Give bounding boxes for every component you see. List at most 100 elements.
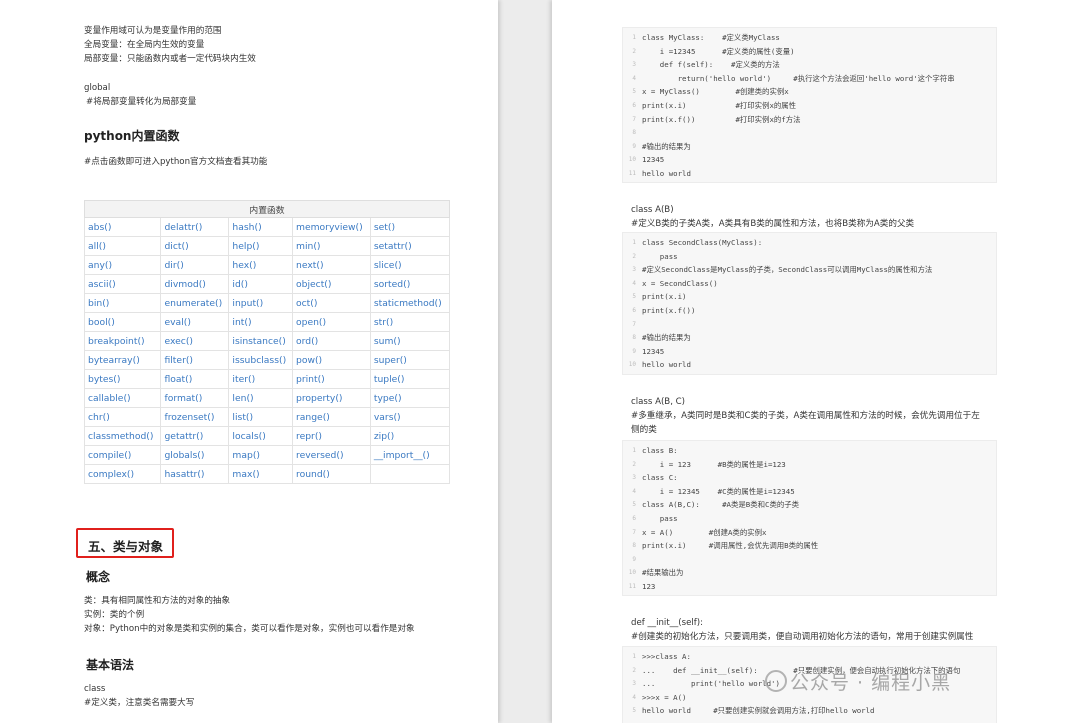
code-text: hello world #只要创建实例就会调用方法,打印hello world [642, 706, 875, 716]
builtin-link[interactable]: input() [228, 293, 293, 313]
builtin-link[interactable]: compile() [83, 445, 162, 465]
builtin-link[interactable]: property() [292, 388, 371, 408]
builtin-link[interactable]: pow() [292, 350, 371, 370]
table-row: all() dict() help() min() setattr() [83, 236, 451, 256]
builtin-link[interactable]: enumerate() [160, 293, 230, 313]
line-number: 2 [632, 47, 636, 55]
line-number: 9 [632, 555, 636, 563]
builtin-link[interactable]: dict() [160, 236, 230, 256]
code-text: print(x.f()) [642, 305, 696, 315]
code-text: 12345 [642, 346, 665, 356]
builtin-link[interactable]: set() [369, 217, 451, 237]
table-row: any() dir() hex() next() slice() [83, 255, 451, 275]
builtin-link[interactable]: classmethod() [83, 426, 162, 446]
classA-note: #定义B类的子类A类，A类具有B类的属性和方法，也将B类称为A类的父类 [631, 219, 915, 229]
builtin-link[interactable]: open() [292, 312, 371, 332]
builtin-link[interactable]: max() [228, 464, 293, 484]
builtin-link[interactable]: object() [292, 274, 371, 294]
builtin-link[interactable]: divmod() [160, 274, 230, 294]
classABC-title: class A(B, C) [631, 397, 686, 407]
builtin-link[interactable]: range() [292, 407, 371, 427]
builtin-link[interactable]: repr() [292, 426, 371, 446]
builtin-link[interactable]: abs() [83, 217, 162, 237]
builtin-link[interactable]: breakpoint() [83, 331, 162, 351]
code-line: 9 #输出的结果为 [627, 140, 992, 154]
builtin-link[interactable]: id() [228, 274, 293, 294]
builtin-link[interactable]: callable() [83, 388, 162, 408]
code-line: 4 x = SecondClass() [627, 277, 992, 291]
table-row: callable() format() len() property() type() [83, 388, 451, 408]
builtin-link[interactable]: locals() [228, 426, 293, 446]
builtin-link[interactable]: staticmethod() [369, 293, 451, 313]
builtin-link[interactable]: bytes() [83, 369, 162, 389]
table-row: bin() enumerate() input() oct() staticmethod… [83, 293, 451, 313]
line-number: 3 [632, 61, 636, 69]
builtin-link[interactable]: min() [292, 236, 371, 256]
builtin-link[interactable]: oct() [292, 293, 371, 313]
code-line: 1 class MyClass: #定义类MyClass [627, 31, 992, 45]
builtin-link[interactable]: sum() [369, 331, 451, 351]
code-line: 5 hello world #只要创建实例就会调用方法,打印hello world [627, 704, 992, 718]
code-line: 10 #结果输出为 [627, 566, 992, 580]
code-text: #输出的结果为 [642, 333, 691, 343]
builtin-link[interactable]: sorted() [369, 274, 451, 294]
builtin-link[interactable]: vars() [369, 407, 451, 427]
builtin-link[interactable]: memoryview() [292, 217, 371, 237]
builtin-link[interactable]: all() [83, 236, 162, 256]
code-line: 7 x = A() #创建A类的实例x [627, 526, 992, 540]
builtin-link[interactable]: zip() [369, 426, 451, 446]
builtin-link[interactable]: print() [292, 369, 371, 389]
builtin-link[interactable]: tuple() [369, 369, 451, 389]
builtin-link[interactable]: issubclass() [228, 350, 293, 370]
code-text: print(x.f()) #打印实例x的f方法 [642, 114, 801, 124]
builtin-link[interactable]: bytearray() [83, 350, 162, 370]
code-text: def f(self): #定义类的方法 [642, 60, 780, 70]
line-number: 2 [632, 460, 636, 468]
builtin-link[interactable]: int() [228, 312, 293, 332]
table-row: bytes() float() iter() print() tuple() [83, 369, 451, 389]
builtin-link[interactable]: exec() [160, 331, 230, 351]
builtin-link[interactable]: any() [83, 255, 162, 275]
builtin-link[interactable]: float() [160, 369, 230, 389]
builtin-link[interactable]: reversed() [292, 445, 371, 465]
code-text: #输出的结果为 [642, 141, 691, 151]
builtin-link[interactable]: delattr() [160, 217, 230, 237]
builtin-link[interactable]: complex() [83, 464, 162, 484]
code-text: x = A() #创建A类的实例x [642, 527, 767, 537]
code-text: x = SecondClass() [642, 278, 718, 288]
builtin-link[interactable]: bin() [83, 293, 162, 313]
builtin-link[interactable]: hash() [228, 217, 293, 237]
builtin-link[interactable]: slice() [369, 255, 451, 275]
builtin-link[interactable]: ascii() [83, 274, 162, 294]
builtin-link[interactable]: __import__() [369, 445, 451, 465]
builtin-link[interactable]: len() [228, 388, 293, 408]
code-text: ... print('hello world') [642, 679, 780, 689]
builtin-link[interactable]: dir() [160, 255, 230, 275]
builtin-link[interactable]: str() [369, 312, 451, 332]
builtin-link[interactable]: filter() [160, 350, 230, 370]
code-text: pass [642, 251, 678, 261]
builtin-link[interactable]: frozenset() [160, 407, 230, 427]
builtin-link[interactable]: eval() [160, 312, 230, 332]
builtin-link[interactable]: hasattr() [160, 464, 230, 484]
builtin-link[interactable]: help() [228, 236, 293, 256]
line-number: 3 [632, 474, 636, 482]
builtin-link[interactable]: getattr() [160, 426, 230, 446]
builtin-link[interactable]: type() [369, 388, 451, 408]
builtin-link[interactable]: hex() [228, 255, 293, 275]
builtin-link[interactable]: map() [228, 445, 293, 465]
builtin-link[interactable]: chr() [83, 407, 162, 427]
code-text: return('hello world') #执行这个方法会返回'hello w… [642, 73, 955, 83]
code-line: 6 print(x.i) #打印实例x的属性 [627, 99, 992, 113]
builtin-link[interactable]: round() [292, 464, 371, 484]
builtin-link[interactable]: next() [292, 255, 371, 275]
builtin-link[interactable]: iter() [228, 369, 293, 389]
builtin-link[interactable]: format() [160, 388, 230, 408]
builtin-link[interactable]: super() [369, 350, 451, 370]
builtin-link[interactable]: isinstance() [228, 331, 293, 351]
builtin-link[interactable]: ord() [292, 331, 371, 351]
builtin-link[interactable]: setattr() [369, 236, 451, 256]
builtin-link[interactable]: list() [228, 407, 293, 427]
builtin-link[interactable]: globals() [160, 445, 230, 465]
builtin-link[interactable]: bool() [83, 312, 162, 332]
